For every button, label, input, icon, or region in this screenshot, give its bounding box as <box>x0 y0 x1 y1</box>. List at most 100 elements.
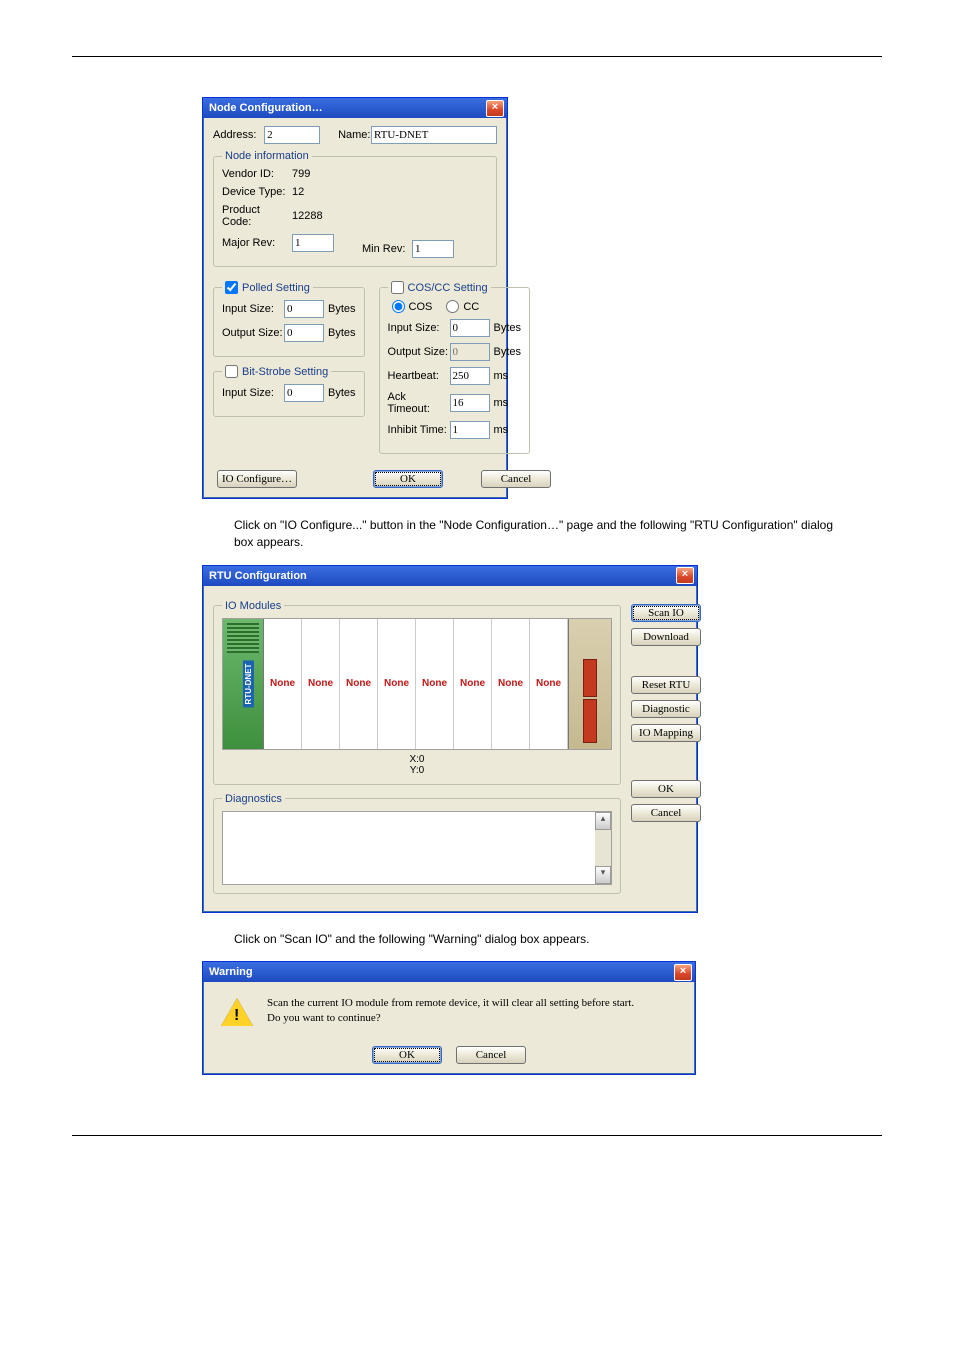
bitstrobe-checkbox[interactable] <box>225 365 238 378</box>
diagnostics-textarea[interactable]: ▴ ▾ <box>222 811 612 885</box>
io-slot[interactable]: None <box>492 619 530 749</box>
rtu-device-icon[interactable]: RTU-DNET <box>223 619 264 749</box>
cos-label: COS <box>409 301 433 313</box>
io-configure-button[interactable]: IO Configure… <box>217 470 297 488</box>
bitstrobe-input-label: Input Size: <box>222 387 284 399</box>
close-icon[interactable]: × <box>676 567 694 584</box>
coscc-setting-group: COS/CC Setting COS CC Input Size: Bytes O… <box>379 281 531 454</box>
io-modules-group: IO Modules RTU-DNET None None None None … <box>213 600 621 785</box>
ok-button[interactable]: OK <box>631 780 701 798</box>
polled-output-label: Output Size: <box>222 327 284 339</box>
cos-radio[interactable] <box>392 300 405 313</box>
window-title: RTU Configuration <box>209 570 676 582</box>
coscc-legend: COS/CC Setting <box>408 282 488 294</box>
vendor-id-label: Vendor ID: <box>222 168 292 180</box>
scroll-down-icon[interactable]: ▾ <box>595 866 611 884</box>
cc-radio[interactable] <box>446 300 459 313</box>
window-title: Node Configuration… <box>209 102 486 114</box>
paragraph-2: Click on "Scan IO" and the following "Wa… <box>234 931 854 948</box>
warning-line2: Do you want to continue? <box>267 1011 634 1025</box>
io-slot[interactable]: None <box>416 619 454 749</box>
end-module-icon[interactable] <box>568 619 611 749</box>
polled-output-size[interactable] <box>284 324 324 342</box>
io-slot[interactable]: None <box>378 619 416 749</box>
close-icon[interactable]: × <box>674 964 692 981</box>
rtu-configuration-window: RTU Configuration × IO Modules RTU-DNET … <box>202 565 698 913</box>
warning-icon <box>221 996 253 1028</box>
bitstrobe-legend: Bit-Strobe Setting <box>242 366 328 378</box>
diagnostic-button[interactable]: Diagnostic <box>631 700 701 718</box>
name-label: Name: <box>338 129 371 141</box>
ms-unit: ms <box>494 370 509 382</box>
polled-checkbox[interactable] <box>225 281 238 294</box>
coscc-input-label: Input Size: <box>388 322 450 334</box>
scan-io-button[interactable]: Scan IO <box>631 604 701 622</box>
bitstrobe-setting-group: Bit-Strobe Setting Input Size: Bytes <box>213 365 365 417</box>
min-rev-label: Min Rev: <box>362 243 412 255</box>
diagnostics-legend: Diagnostics <box>222 793 285 805</box>
product-code-label: Product Code: <box>222 204 292 228</box>
io-slot[interactable]: None <box>264 619 302 749</box>
cancel-button[interactable]: Cancel <box>456 1046 526 1064</box>
reset-rtu-button[interactable]: Reset RTU <box>631 676 701 694</box>
inhibit-time-label: Inhibit Time: <box>388 424 450 436</box>
cancel-button[interactable]: Cancel <box>631 804 701 822</box>
scroll-up-icon[interactable]: ▴ <box>595 812 611 830</box>
x-counter: X:0 <box>409 754 424 765</box>
inhibit-time-input[interactable] <box>450 421 490 439</box>
io-slot[interactable]: None <box>302 619 340 749</box>
window-title: Warning <box>209 966 674 978</box>
titlebar[interactable]: RTU Configuration × <box>203 566 697 586</box>
vendor-id-value: 799 <box>292 168 310 180</box>
product-code-value: 12288 <box>292 210 323 222</box>
bytes-unit: Bytes <box>494 346 522 358</box>
io-mapping-button[interactable]: IO Mapping <box>631 724 701 742</box>
y-counter: Y:0 <box>410 765 424 776</box>
close-icon[interactable]: × <box>486 100 504 117</box>
scrollbar[interactable]: ▴ ▾ <box>595 812 611 884</box>
coscc-output-size <box>450 343 490 361</box>
io-slot[interactable]: None <box>454 619 492 749</box>
io-modules-legend: IO Modules <box>222 600 284 612</box>
warning-dialog: Warning × Scan the current IO module fro… <box>202 961 696 1075</box>
warning-line1: Scan the current IO module from remote d… <box>267 996 634 1010</box>
ok-button[interactable]: OK <box>373 470 443 488</box>
paragraph-1: Click on "IO Configure..." button in the… <box>234 517 854 551</box>
polled-legend: Polled Setting <box>242 282 310 294</box>
ok-button[interactable]: OK <box>372 1046 442 1064</box>
coscc-checkbox[interactable] <box>391 281 404 294</box>
node-info-legend: Node information <box>222 150 312 162</box>
heartbeat-input[interactable] <box>450 367 490 385</box>
bytes-unit: Bytes <box>328 327 356 339</box>
io-slot[interactable]: None <box>340 619 378 749</box>
cancel-button[interactable]: Cancel <box>481 470 551 488</box>
device-type-label: Device Type: <box>222 186 292 198</box>
name-input[interactable] <box>371 126 497 144</box>
major-rev-input[interactable] <box>292 234 334 252</box>
io-slot[interactable]: None <box>530 619 568 749</box>
polled-setting-group: Polled Setting Input Size: Bytes Output S… <box>213 281 365 357</box>
coscc-input-size[interactable] <box>450 319 490 337</box>
bytes-unit: Bytes <box>494 322 522 334</box>
cc-label: CC <box>463 301 479 313</box>
address-input[interactable] <box>264 126 320 144</box>
io-slot-row: RTU-DNET None None None None None None N… <box>222 618 612 750</box>
polled-input-label: Input Size: <box>222 303 284 315</box>
device-type-value: 12 <box>292 186 304 198</box>
ack-timeout-input[interactable] <box>450 394 490 412</box>
bitstrobe-input-size[interactable] <box>284 384 324 402</box>
titlebar[interactable]: Warning × <box>203 962 695 982</box>
ms-unit: ms <box>494 397 509 409</box>
bytes-unit: Bytes <box>328 303 356 315</box>
node-info-group: Node information Vendor ID:799 Device Ty… <box>213 150 497 267</box>
min-rev-input[interactable] <box>412 240 454 258</box>
rtu-device-label: RTU-DNET <box>243 660 254 707</box>
major-rev-label: Major Rev: <box>222 237 292 249</box>
bytes-unit: Bytes <box>328 387 356 399</box>
node-configuration-window: Node Configuration… × Address: Name: Nod… <box>202 97 508 499</box>
polled-input-size[interactable] <box>284 300 324 318</box>
download-button[interactable]: Download <box>631 628 701 646</box>
heartbeat-label: Heartbeat: <box>388 370 450 382</box>
titlebar[interactable]: Node Configuration… × <box>203 98 507 118</box>
coscc-output-label: Output Size: <box>388 346 450 358</box>
